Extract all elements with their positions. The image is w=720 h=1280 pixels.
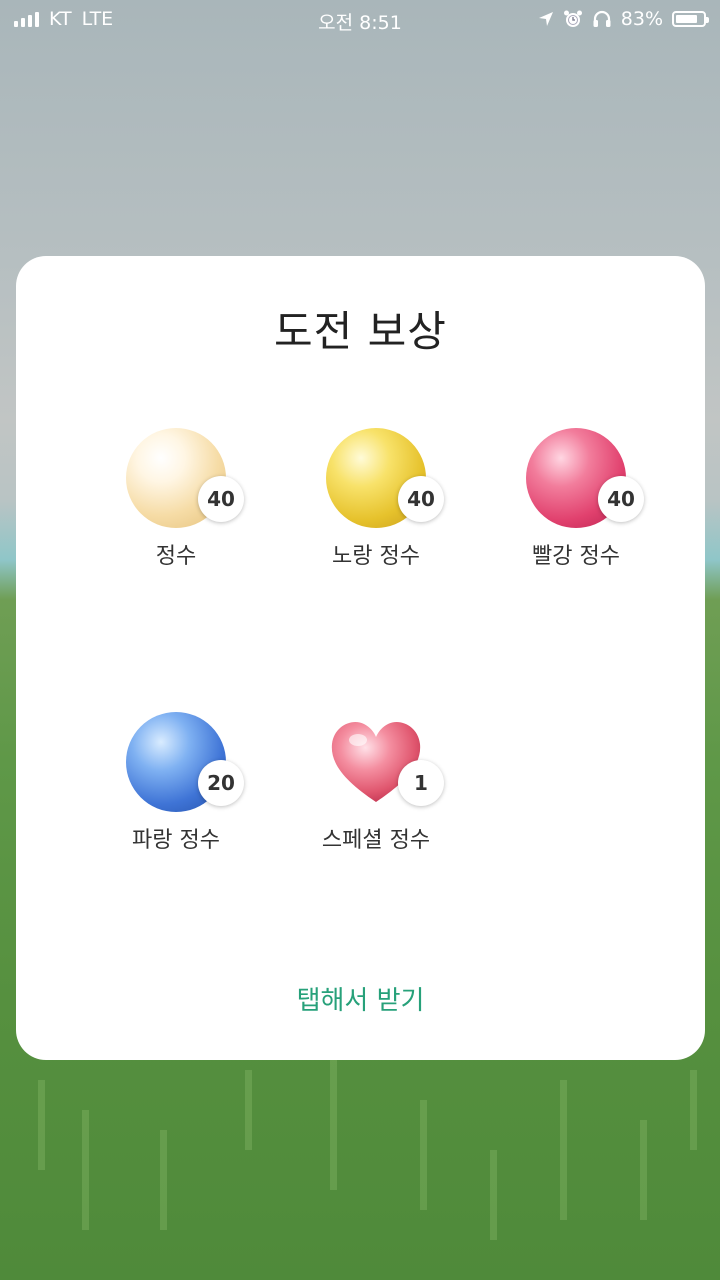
- reward-item: 40 노랑 정수: [276, 428, 476, 570]
- reward-label: 스페셜 정수: [321, 828, 431, 853]
- battery-icon: [672, 11, 709, 27]
- reward-label: 파랑 정수: [132, 828, 220, 853]
- grass-background: [0, 1060, 720, 1280]
- reward-label: 빨강 정수: [532, 544, 620, 569]
- count-badge: 40: [198, 476, 244, 522]
- reward-item: 1 스페셜 정수: [276, 712, 476, 854]
- battery-percent: 83%: [620, 8, 663, 30]
- tap-to-claim-button[interactable]: 탭해서 받기: [16, 980, 705, 1017]
- location-arrow-icon: [538, 12, 553, 26]
- alarm-icon: [563, 10, 582, 27]
- reward-item: 40 빨강 정수: [476, 428, 676, 570]
- headphones-icon: [593, 10, 611, 27]
- reward-label: 노랑 정수: [332, 544, 420, 569]
- dialog-title: 도전 보상: [274, 307, 447, 356]
- reward-item: 20 파랑 정수: [76, 712, 276, 854]
- count-badge: 20: [198, 760, 244, 806]
- reward-item: 40 정수: [76, 428, 276, 570]
- reward-dialog[interactable]: 도전 보상 40 정수 40 노랑 정수 40 빨강 정수 20 파랑 정수 1…: [16, 256, 705, 1060]
- count-badge: 1: [398, 760, 444, 806]
- reward-label: 정수: [155, 544, 197, 569]
- clock: 오전 8:51: [318, 12, 402, 34]
- count-badge: 40: [598, 476, 644, 522]
- count-badge: 40: [398, 476, 444, 522]
- status-bar: KT LTE 오전 8:51 83%: [0, 0, 720, 38]
